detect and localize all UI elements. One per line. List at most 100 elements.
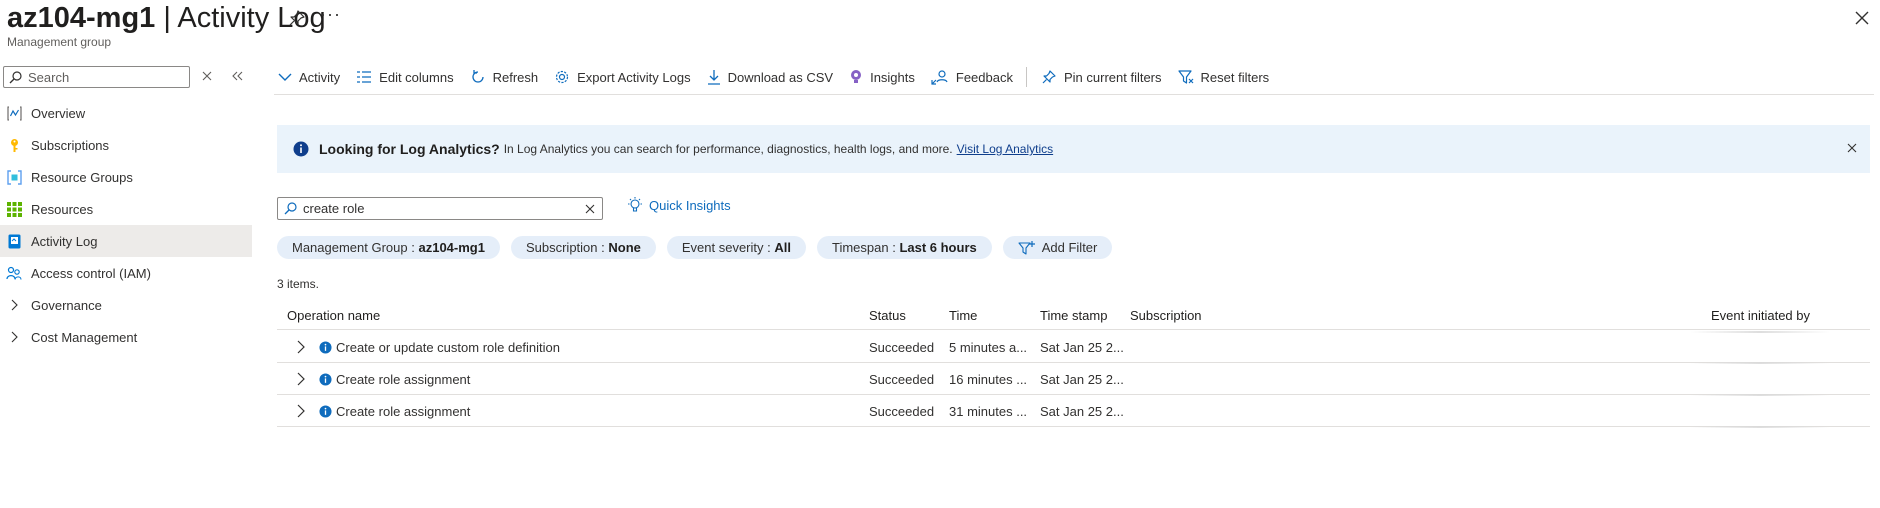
sidebar-item-activity-log[interactable]: Activity Log <box>0 225 252 257</box>
quick-insights-link[interactable]: Quick Insights <box>626 196 731 214</box>
search-icon <box>9 70 22 83</box>
banner-text: In Log Analytics you can search for perf… <box>503 142 953 156</box>
sidebar-item-label: Resources <box>31 201 94 217</box>
export-activity-logs-button[interactable]: Export Activity Logs <box>554 69 691 85</box>
info-icon <box>319 373 332 386</box>
operation-name-cell: Create role assignment <box>336 404 471 419</box>
expand-chevron-icon[interactable] <box>295 404 307 418</box>
more-options-icon[interactable]: ··· <box>320 4 341 25</box>
close-banner-icon[interactable] <box>1846 142 1858 154</box>
column-status[interactable]: Status <box>869 308 906 323</box>
activity-log-icon <box>6 233 22 249</box>
sidebar-item-cost-management[interactable]: Cost Management <box>0 321 252 353</box>
expand-chevron-icon[interactable] <box>295 340 307 354</box>
pin-icon <box>1042 70 1056 84</box>
log-analytics-banner: Looking for Log Analytics? In Log Analyt… <box>277 125 1870 173</box>
clear-filter-search-icon[interactable] <box>584 203 596 215</box>
reset-filters-label: Reset filters <box>1200 69 1270 85</box>
column-operation-name[interactable]: Operation name <box>287 308 380 323</box>
refresh-button[interactable]: Refresh <box>470 69 538 85</box>
sidebar-search-input[interactable] <box>28 69 188 85</box>
overview-icon <box>6 105 22 121</box>
people-icon <box>6 265 22 281</box>
column-time-stamp[interactable]: Time stamp <box>1040 308 1107 323</box>
redacted-initiator <box>1690 362 1830 364</box>
sidebar-item-label: Subscriptions <box>31 137 110 153</box>
collapse-sidebar-icon[interactable] <box>229 69 245 83</box>
command-bar: Activity Edit columns Refresh Export Act… <box>278 66 1285 88</box>
insights-button[interactable]: Insights <box>849 69 915 85</box>
filter-search-box[interactable] <box>277 197 603 220</box>
edit-columns-button[interactable]: Edit columns <box>356 70 454 85</box>
filter-reset-icon <box>1177 70 1193 84</box>
pill-value: All <box>774 240 791 255</box>
time-cell: 31 minutes ... <box>949 404 1028 419</box>
toolbar-divider-line <box>274 94 1874 95</box>
pill-value: Last 6 hours <box>899 240 977 255</box>
reset-filters-button[interactable]: Reset filters <box>1177 69 1270 85</box>
operation-name-cell: Create role assignment <box>336 372 471 387</box>
sidebar-item-label: Access control (IAM) <box>31 265 151 281</box>
clear-search-icon[interactable] <box>200 69 214 83</box>
download-icon <box>707 70 720 85</box>
insights-label: Insights <box>870 69 915 85</box>
sidebar-search-box[interactable] <box>3 66 190 88</box>
pin-filters-label: Pin current filters <box>1063 69 1162 85</box>
toolbar-divider <box>1025 67 1027 87</box>
add-filter-icon <box>1018 240 1035 255</box>
insights-bulb-icon <box>851 70 862 83</box>
visit-log-analytics-link[interactable]: Visit Log Analytics <box>957 142 1054 156</box>
filter-pill-timespan[interactable]: Timespan : Last 6 hours <box>816 236 992 259</box>
redacted-initiator <box>1690 426 1830 428</box>
activity-button-label: Activity <box>299 69 341 85</box>
status-cell: Succeeded <box>869 404 935 419</box>
filter-pill-subscription[interactable]: Subscription : None <box>510 236 656 259</box>
sidebar-item-access-control[interactable]: Access control (IAM) <box>0 257 252 289</box>
table-header: Operation name Status Time Time stamp Su… <box>277 304 1870 330</box>
add-filter-label: Add Filter <box>1041 240 1098 255</box>
expand-chevron-icon[interactable] <box>295 372 307 386</box>
page-title: az104-mg1 | Activity Log <box>7 2 326 35</box>
sidebar-item-label: Activity Log <box>31 233 98 249</box>
sidebar-item-resource-groups[interactable]: Resource Groups <box>0 161 252 193</box>
column-event-initiated-by[interactable]: Event initiated by <box>1711 308 1810 323</box>
table-row[interactable]: Create role assignment Succeeded 16 minu… <box>277 363 1870 395</box>
table-row[interactable]: Create role assignment Succeeded 31 minu… <box>277 395 1870 427</box>
sidebar-nav: Overview Subscriptions Resource Groups R… <box>0 97 252 353</box>
table-row[interactable]: Create or update custom role definition … <box>277 331 1870 363</box>
timestamp-cell: Sat Jan 25 2... <box>1040 372 1124 387</box>
filter-pill-management-group[interactable]: Management Group : az104-mg1 <box>277 236 500 259</box>
page-title-resource: az104-mg1 <box>7 2 156 34</box>
sidebar-item-overview[interactable]: Overview <box>0 97 252 129</box>
feedback-icon <box>931 70 948 85</box>
pin-current-filters-button[interactable]: Pin current filters <box>1041 69 1162 85</box>
chevron-right-icon <box>6 329 22 345</box>
page-subtitle: Management group <box>7 35 112 49</box>
filter-search-input[interactable] <box>303 201 583 216</box>
timestamp-cell: Sat Jan 25 2... <box>1040 340 1124 355</box>
lightbulb-icon <box>628 197 642 212</box>
info-icon <box>319 405 332 418</box>
add-filter-button[interactable]: Add Filter <box>1002 236 1113 259</box>
filter-pills: Management Group : az104-mg1 Subscriptio… <box>277 236 1123 259</box>
column-time[interactable]: Time <box>949 308 977 323</box>
activity-button[interactable]: Activity <box>278 70 340 85</box>
pill-label: Subscription : <box>525 240 605 255</box>
column-subscription[interactable]: Subscription <box>1130 308 1202 323</box>
feedback-button[interactable]: Feedback <box>931 69 1013 85</box>
sidebar-item-resources[interactable]: Resources <box>0 193 252 225</box>
operation-name-cell: Create or update custom role definition <box>336 340 561 355</box>
download-csv-button[interactable]: Download as CSV <box>707 69 833 85</box>
time-cell: 5 minutes a... <box>949 340 1028 355</box>
sidebar-item-governance[interactable]: Governance <box>0 289 252 321</box>
sidebar-item-subscriptions[interactable]: Subscriptions <box>0 129 252 161</box>
close-icon[interactable] <box>1852 8 1872 28</box>
export-label: Export Activity Logs <box>577 69 691 85</box>
items-count: 3 items. <box>277 277 320 291</box>
filter-pill-event-severity[interactable]: Event severity : All <box>666 236 806 259</box>
chevron-down-icon <box>278 73 292 81</box>
pill-label: Management Group : <box>292 240 415 255</box>
time-cell: 16 minutes ... <box>949 372 1028 387</box>
pin-icon[interactable] <box>287 8 307 28</box>
pill-label: Timespan : <box>831 240 896 255</box>
